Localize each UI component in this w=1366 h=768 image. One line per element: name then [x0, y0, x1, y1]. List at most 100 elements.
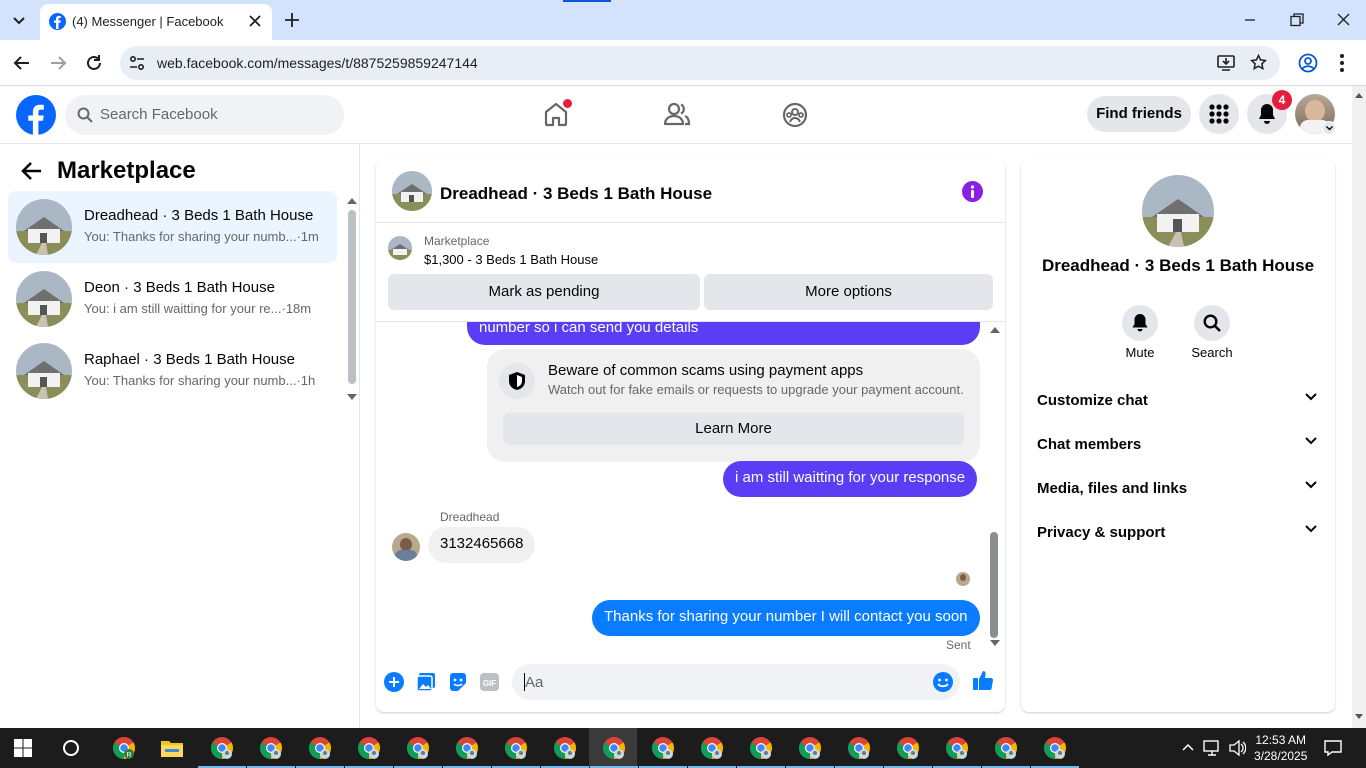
system-clock[interactable]: 12:53 AM 3/28/2025: [1254, 732, 1307, 764]
incoming-message[interactable]: 3132465668: [428, 527, 536, 563]
minimize-icon[interactable]: [1244, 14, 1256, 26]
show-hidden-icons-icon[interactable]: [1182, 743, 1194, 751]
chrome-window-icon[interactable]: [210, 736, 234, 760]
forward-arrow-icon[interactable]: [49, 55, 67, 71]
chrome-window-icon[interactable]: [651, 736, 675, 760]
outgoing-message[interactable]: Thanks for sharing your number I will co…: [592, 600, 980, 636]
chrome-window-icon[interactable]: [357, 736, 381, 760]
network-icon[interactable]: [1203, 739, 1223, 757]
conversation-item-dreadhead[interactable]: Dreadhead · 3 Beds 1 Bath House You: Tha…: [8, 191, 337, 263]
account-chevron[interactable]: [1322, 121, 1336, 135]
outgoing-message[interactable]: number so i can send you details: [467, 321, 980, 345]
chrome-window-icon[interactable]: [700, 736, 724, 760]
chrome-window-icon[interactable]: [896, 736, 920, 760]
chrome-window-icon[interactable]: [406, 736, 430, 760]
chat-title[interactable]: Dreadhead · 3 Beds 1 Bath House: [440, 184, 712, 204]
tab-search-icon[interactable]: [10, 12, 28, 28]
more-options-button[interactable]: More options: [704, 274, 993, 310]
windows-start-icon[interactable]: [14, 739, 32, 757]
site-info-icon[interactable]: [129, 55, 145, 71]
chrome-icon: [407, 737, 429, 759]
back-arrow-icon[interactable]: [21, 161, 43, 181]
back-arrow-icon[interactable]: [13, 55, 31, 71]
learn-more-button[interactable]: Learn More: [503, 413, 964, 445]
restore-icon[interactable]: [1290, 13, 1304, 27]
close-window-icon[interactable]: [1337, 13, 1350, 26]
address-bar[interactable]: web.facebook.com/messages/t/887525985924…: [120, 46, 1280, 80]
message-text: number so i can send you details: [479, 321, 699, 336]
conversation-item-deon[interactable]: Deon · 3 Beds 1 Bath House You: i am sti…: [8, 263, 337, 335]
chrome-icon: [848, 737, 870, 759]
chat-members-section[interactable]: Chat members: [1037, 423, 1321, 467]
search-in-conversation-button[interactable]: [1194, 305, 1230, 341]
sticker-icon[interactable]: [448, 672, 468, 692]
scroll-up-icon[interactable]: [347, 197, 357, 204]
plus-circle-icon[interactable]: [384, 672, 404, 692]
install-app-icon[interactable]: [1217, 55, 1235, 71]
browser-menu-icon[interactable]: [1339, 53, 1345, 73]
chrome-icon: [995, 737, 1017, 759]
conversation-item-raphael[interactable]: Raphael · 3 Beds 1 Bath House You: Thank…: [8, 335, 337, 407]
page-scrollbar[interactable]: [1352, 86, 1366, 728]
info-icon[interactable]: [962, 181, 983, 202]
customize-chat-section[interactable]: Customize chat: [1037, 379, 1321, 423]
mark-as-pending-button[interactable]: Mark as pending: [388, 274, 700, 310]
sidebar-scrollbar-thumb[interactable]: [348, 210, 356, 384]
facebook-search-input[interactable]: Search Facebook: [65, 95, 344, 135]
scroll-down-icon[interactable]: [347, 394, 357, 401]
reload-icon[interactable]: [85, 54, 103, 72]
chat-scrollbar-thumb[interactable]: [990, 532, 998, 638]
chrome-window-icon[interactable]: [308, 736, 332, 760]
chrome-window-icon[interactable]: [847, 736, 871, 760]
thumbs-up-icon[interactable]: [972, 669, 994, 691]
privacy-support-section[interactable]: Privacy & support: [1037, 511, 1321, 555]
emoji-icon[interactable]: [932, 671, 954, 693]
info-avatar[interactable]: [1142, 175, 1214, 247]
scroll-up-icon[interactable]: [1355, 92, 1363, 98]
cortana-search-icon[interactable]: [62, 739, 80, 757]
groups-icon[interactable]: [782, 102, 808, 128]
chrome-window-icon[interactable]: [1043, 736, 1067, 760]
volume-icon[interactable]: [1228, 739, 1246, 757]
scroll-up-icon[interactable]: [990, 326, 1000, 333]
preview-text: You: Thanks for sharing your numb...: [84, 373, 297, 388]
chrome-profile-r-icon[interactable]: R: [112, 736, 136, 760]
notification-count-badge: 4: [1272, 90, 1292, 110]
chrome-window-icon[interactable]: [504, 736, 528, 760]
chrome-window-icon[interactable]: [798, 736, 822, 760]
facebook-logo-icon[interactable]: [16, 95, 56, 135]
find-friends-button[interactable]: Find friends: [1087, 96, 1191, 132]
chrome-window-icon[interactable]: [455, 736, 479, 760]
message-input[interactable]: Aa: [512, 664, 960, 700]
chevron-down-icon: [1305, 481, 1317, 489]
new-tab-icon[interactable]: [284, 12, 300, 28]
scroll-down-icon[interactable]: [1355, 714, 1363, 720]
sender-avatar[interactable]: [392, 533, 420, 561]
friends-icon[interactable]: [663, 102, 691, 126]
chat-avatar[interactable]: [392, 171, 432, 211]
menu-button[interactable]: [1199, 94, 1239, 134]
gif-icon[interactable]: GIF: [479, 672, 500, 692]
gallery-icon[interactable]: [416, 672, 436, 692]
chrome-window-icon[interactable]: [994, 736, 1018, 760]
chrome-window-icon[interactable]: [749, 736, 773, 760]
chrome-icon: [260, 737, 282, 759]
scroll-down-icon[interactable]: [990, 640, 1000, 647]
chrome-window-icon[interactable]: [553, 736, 577, 760]
chrome-window-icon[interactable]: [259, 736, 283, 760]
close-tab-icon[interactable]: [249, 15, 261, 27]
media-files-links-section[interactable]: Media, files and links: [1037, 467, 1321, 511]
browser-tab[interactable]: (4) Messenger | Facebook: [40, 4, 272, 40]
file-explorer-icon[interactable]: [160, 736, 184, 760]
listing-thumbnail[interactable]: [388, 236, 412, 260]
listing-price-title[interactable]: $1,300 - 3 Beds 1 Bath House: [424, 252, 598, 267]
conversation-name: Raphael · 3 Beds 1 Bath House: [84, 351, 295, 368]
bookmark-star-icon[interactable]: [1250, 54, 1267, 71]
profile-icon[interactable]: [1298, 53, 1318, 73]
chrome-window-icon[interactable]: [602, 736, 626, 760]
action-center-icon[interactable]: [1324, 739, 1342, 757]
chrome-window-icon[interactable]: [945, 736, 969, 760]
facebook-favicon-icon: [49, 13, 66, 30]
mute-button[interactable]: [1122, 305, 1158, 341]
outgoing-message[interactable]: i am still waitting for your response: [723, 461, 978, 497]
